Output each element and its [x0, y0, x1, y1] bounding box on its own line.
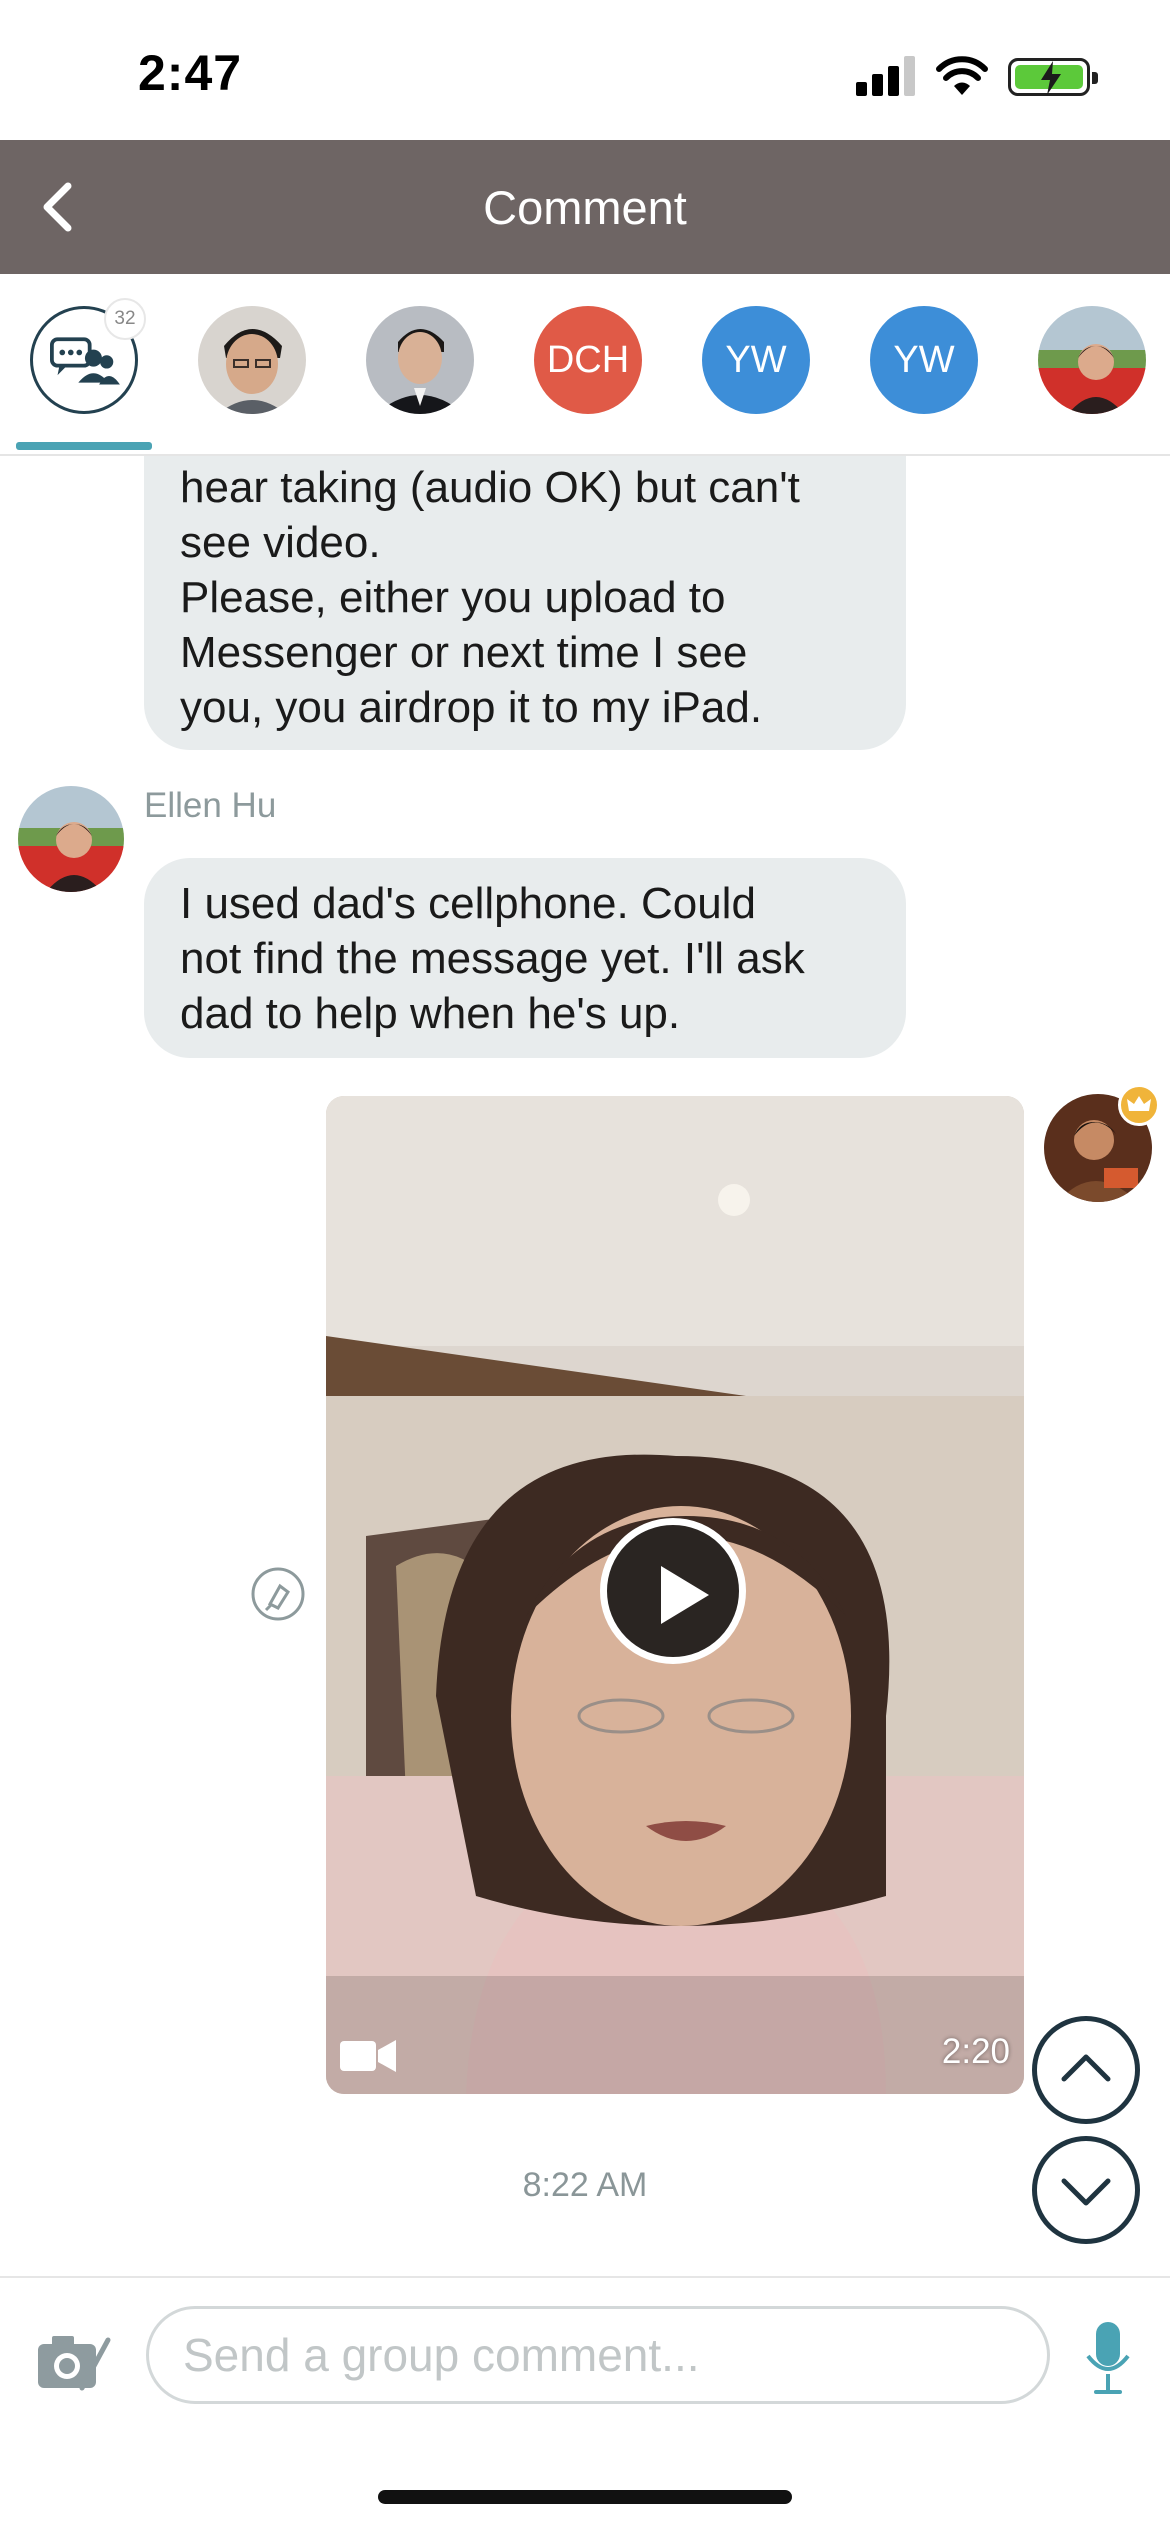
home-indicator: [378, 2490, 792, 2504]
video-duration: 2:20: [941, 2032, 1010, 2071]
status-bar: 2:47: [0, 0, 1170, 140]
avatar-initials: YW: [725, 338, 787, 381]
status-time: 2:47: [138, 45, 243, 101]
participant-avatar-5[interactable]: YW: [870, 306, 978, 414]
video-camera-icon: [340, 2040, 396, 2072]
message-line: Messenger or next time I see: [180, 628, 748, 677]
message-line: see video.: [180, 518, 381, 567]
participant-avatar-2[interactable]: [366, 306, 474, 414]
video-message[interactable]: 2:20: [326, 1096, 1024, 2094]
participant-avatar-1[interactable]: [198, 306, 306, 414]
message-line: dad to help when he's up.: [180, 989, 681, 1038]
message-list[interactable]: hear taking (audio OK) but can't see vid…: [0, 456, 1170, 2276]
message-timestamp: 8:22 AM: [522, 2166, 648, 2204]
reaction-icon[interactable]: [250, 1566, 306, 1622]
avatar-initials: YW: [893, 338, 955, 381]
microphone-icon[interactable]: [1084, 2320, 1132, 2398]
page-title: Comment: [483, 181, 687, 234]
message-line: hear taking (audio OK) but can't: [180, 463, 800, 512]
message-bubble[interactable]: I used dad's cellphone. Could not find t…: [144, 858, 906, 1058]
message-line: not find the message yet. I'll ask: [180, 934, 805, 983]
participant-avatar-4[interactable]: YW: [702, 306, 810, 414]
battery-icon: [1008, 58, 1098, 96]
active-tab-indicator: [16, 442, 152, 450]
participant-avatar-6[interactable]: [1038, 306, 1146, 414]
sender-name: Ellen Hu: [144, 786, 277, 825]
camera-icon[interactable]: [36, 2330, 112, 2394]
participants-strip: 32 DCH YW YW: [0, 274, 1170, 456]
sender-avatar[interactable]: [18, 786, 124, 892]
message-line: you, you airdrop it to my iPad.: [180, 683, 763, 732]
play-button[interactable]: [600, 1518, 746, 1664]
message-bubble[interactable]: hear taking (audio OK) but can't see vid…: [144, 456, 906, 750]
message-line: I used dad's cellphone. Could: [180, 879, 756, 928]
avatar-initials: DCH: [546, 338, 630, 381]
nav-header: Comment: [0, 140, 1170, 274]
comment-screen: 2:47 Comment 32 DCH YW YW hear taking (a…: [0, 0, 1170, 2532]
crown-icon: [1118, 1084, 1160, 1126]
scroll-up-button[interactable]: [1032, 2016, 1140, 2124]
comment-input[interactable]: [146, 2306, 1050, 2404]
participant-avatar-3[interactable]: DCH: [534, 306, 642, 414]
message-line: Please, either you upload to: [180, 573, 726, 622]
participant-count-badge: 32: [104, 298, 146, 340]
wifi-icon: [936, 56, 988, 95]
scroll-down-button[interactable]: [1032, 2136, 1140, 2244]
cellular-signal-icon: [856, 56, 918, 96]
